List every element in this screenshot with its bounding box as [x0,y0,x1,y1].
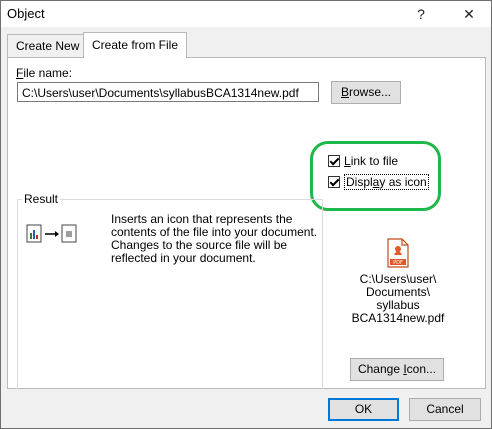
display-as-icon-check-icon[interactable] [328,176,340,188]
pdf-badge: PDF [393,260,403,266]
browse-button[interactable]: Browse... [331,81,401,104]
link-to-file-check-icon[interactable] [328,155,340,167]
result-line: reflected in your document. [111,251,256,265]
pdf-file-icon: PDF [387,238,409,268]
file-name-input[interactable]: C:\Users\user\Documents\syllabusBCA1314n… [17,82,319,102]
link-to-file-label: Link to file [344,154,399,168]
icon-caption: C:\Users\user\ Documents\ syllabus BCA13… [348,273,448,325]
result-group: Result Inserts an icon that represents t… [17,192,323,389]
dialog-title: Object [7,6,45,21]
help-button[interactable]: ? [403,1,439,27]
create-from-file-panel: File name: C:\Users\user\Documents\sylla… [7,57,486,389]
result-description: Inserts an icon that represents the cont… [111,213,317,265]
title-bar: Object ? ✕ [1,1,491,27]
icon-caption-line: BCA1314new.pdf [351,311,445,325]
result-title: Result [22,192,61,206]
ok-button[interactable]: OK [328,398,399,421]
change-icon-button[interactable]: Change Icon... [350,358,444,381]
tab-create-from-file[interactable]: Create from File [83,32,188,58]
file-name-label: File name: [16,66,73,80]
object-dialog: Object ? ✕ Create New Create from File F… [0,0,492,429]
tab-create-new[interactable]: Create New [7,34,89,57]
insert-link-icon [26,224,77,243]
cancel-button[interactable]: Cancel [409,398,481,421]
close-button[interactable]: ✕ [451,1,487,27]
display-as-icon-label: Display as icon [344,174,429,190]
